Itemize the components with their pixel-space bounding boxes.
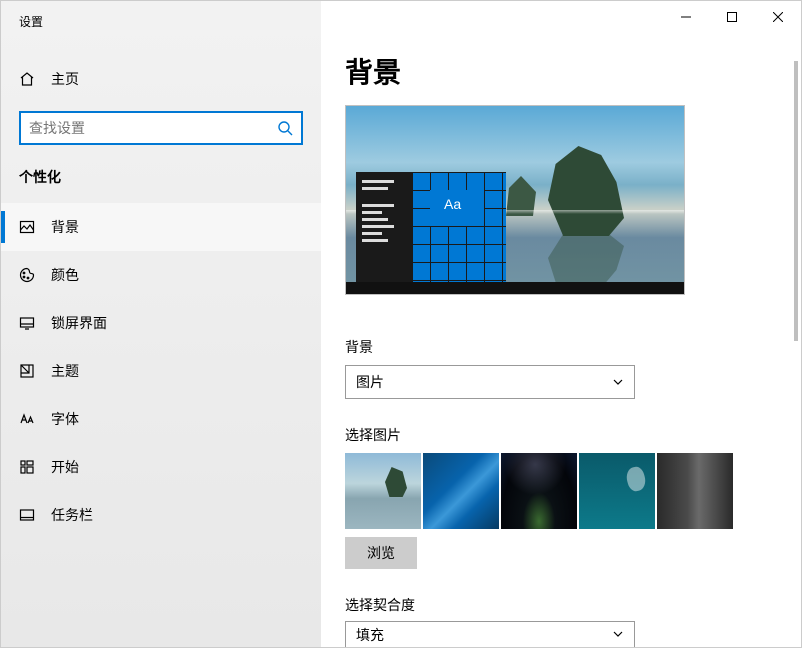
picture-icon <box>19 219 35 235</box>
sidebar-item-taskbar[interactable]: 任务栏 <box>1 491 321 539</box>
app-title: 设置 <box>19 13 43 30</box>
sidebar-item-label: 锁屏界面 <box>51 313 107 333</box>
chevron-down-icon <box>612 376 624 388</box>
search-box[interactable] <box>19 111 303 145</box>
browse-button[interactable]: 浏览 <box>345 537 417 569</box>
sidebar-item-label: 任务栏 <box>51 505 93 525</box>
browse-label: 浏览 <box>367 545 395 561</box>
chevron-down-icon <box>612 627 624 643</box>
picture-thumb[interactable] <box>345 453 421 529</box>
preview-start-menu: Aa <box>356 172 506 282</box>
search-icon <box>277 120 293 136</box>
background-type-label: 背景 <box>345 337 777 357</box>
search-wrap <box>19 111 303 145</box>
palette-icon <box>19 267 35 283</box>
sidebar-item-label: 主题 <box>51 361 79 381</box>
home-label: 主页 <box>51 69 79 89</box>
sidebar-item-label: 开始 <box>51 457 79 477</box>
sidebar-item-background[interactable]: 背景 <box>1 203 321 251</box>
preview-start-tiles: Aa <box>412 172 506 282</box>
picture-thumb[interactable] <box>423 453 499 529</box>
sidebar-item-lockscreen[interactable]: 锁屏界面 <box>1 299 321 347</box>
minimize-icon <box>681 12 691 22</box>
picture-thumbnails <box>345 453 777 529</box>
preview-scenery <box>548 146 624 236</box>
picture-thumb[interactable] <box>501 453 577 529</box>
picture-thumb[interactable] <box>579 453 655 529</box>
close-button[interactable] <box>755 1 801 33</box>
close-icon <box>773 12 783 22</box>
maximize-icon <box>727 12 737 22</box>
fit-dropdown[interactable]: 填充 <box>345 621 635 647</box>
scrollbar[interactable] <box>793 61 799 627</box>
dropdown-value: 填充 <box>356 625 384 645</box>
sidebar-item-start[interactable]: 开始 <box>1 443 321 491</box>
page-title: 背景 <box>345 51 777 91</box>
fit-label: 选择契合度 <box>345 595 777 615</box>
search-input[interactable] <box>29 120 277 136</box>
dropdown-value: 图片 <box>356 372 384 392</box>
start-icon <box>19 459 35 475</box>
nav: 背景 颜色 锁屏界面 主题 字体 开始 任务栏 <box>1 203 321 539</box>
sidebar-item-colors[interactable]: 颜色 <box>1 251 321 299</box>
sidebar-item-fonts[interactable]: 字体 <box>1 395 321 443</box>
preview-start-left <box>356 172 412 282</box>
taskbar-icon <box>19 507 35 523</box>
sidebar-item-themes[interactable]: 主题 <box>1 347 321 395</box>
minimize-button[interactable] <box>663 1 709 33</box>
maximize-button[interactable] <box>709 1 755 33</box>
background-preview: Aa <box>345 105 685 295</box>
lockscreen-icon <box>19 315 35 331</box>
scrollbar-thumb[interactable] <box>794 61 798 341</box>
titlebar: 设置 <box>1 1 321 41</box>
sidebar-item-label: 颜色 <box>51 265 79 285</box>
preview-taskbar <box>346 282 684 294</box>
home-button[interactable]: 主页 <box>1 59 321 99</box>
sidebar-item-label: 字体 <box>51 409 79 429</box>
home-icon <box>19 71 35 87</box>
window-controls <box>663 1 801 33</box>
preview-aa-text: Aa <box>444 196 461 212</box>
font-icon <box>19 411 35 427</box>
theme-icon <box>19 363 35 379</box>
sidebar: 设置 主页 个性化 背景 颜色 锁屏界面 <box>1 1 321 647</box>
sidebar-item-label: 背景 <box>51 217 79 237</box>
choose-picture-label: 选择图片 <box>345 425 777 445</box>
background-type-dropdown[interactable]: 图片 <box>345 365 635 399</box>
picture-thumb[interactable] <box>657 453 733 529</box>
main-content: 背景 Aa 背景 图片 选择图片 <box>321 1 801 647</box>
category-label: 个性化 <box>1 163 321 203</box>
